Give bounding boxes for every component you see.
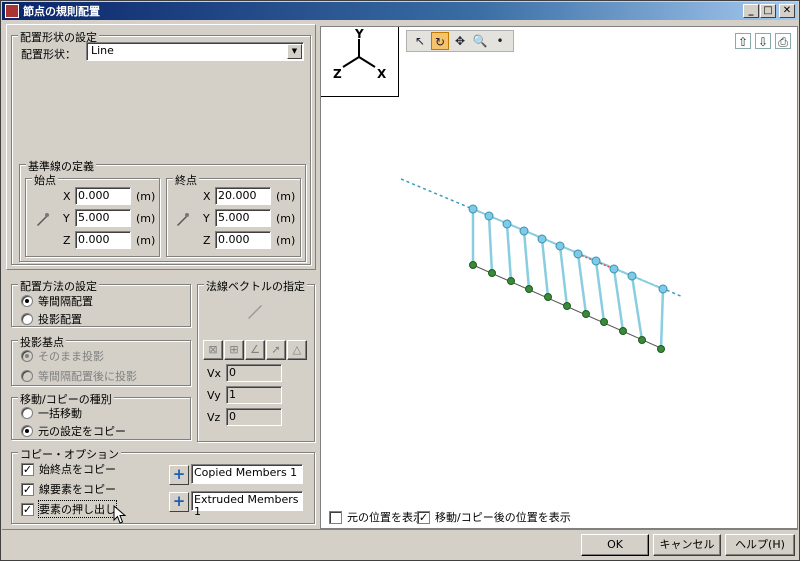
- radio-dot: [21, 350, 33, 362]
- checkbox-extrude[interactable]: ✓ 要素の押し出し: [21, 500, 117, 518]
- end-x-label: X: [203, 190, 211, 203]
- add-extrude-group-button[interactable]: +: [169, 492, 189, 512]
- radio-dot: [21, 313, 33, 325]
- start-z-unit: (m): [136, 234, 156, 247]
- checkbox-copy-endpoints-label: 始終点をコピー: [39, 463, 116, 476]
- shape-select-value: Line: [91, 44, 114, 57]
- shape-label: 配置形状：: [21, 48, 76, 61]
- check-icon: [329, 510, 342, 524]
- checkbox-copy-lines-label: 線要素をコピー: [39, 483, 116, 496]
- radio-copy-original-label: 元の設定をコピー: [38, 425, 126, 438]
- checkbox-show-original-label: 元の位置を表示: [347, 511, 424, 524]
- method-group-title: 配置方法の設定: [18, 278, 99, 294]
- dialog-window: 節点の規則配置 _ □ ✕ 配置形状の設定 配置形状： Line ▼ 基準線の定…: [0, 0, 800, 561]
- app-icon: [5, 4, 19, 18]
- divider: [2, 529, 798, 530]
- start-y-unit: (m): [136, 212, 156, 225]
- start-point-title: 始点: [32, 172, 58, 188]
- radio-bulk-move[interactable]: 一括移動: [21, 405, 82, 421]
- 3d-viewport[interactable]: Y X Z ↖ ↻ ✥ 🔍 • ⇧ ⇩ ⎙ 元の位置を表示 ✓ 移動/コピー後の…: [320, 26, 798, 529]
- start-x-label: X: [63, 190, 71, 203]
- end-y-label: Y: [203, 212, 210, 225]
- vy-input[interactable]: 1: [226, 386, 282, 404]
- start-pick-icon[interactable]: [34, 210, 52, 228]
- radio-dot: [21, 425, 33, 437]
- checkbox-show-after[interactable]: ✓ 移動/コピー後の位置を表示: [417, 509, 571, 525]
- vector-pick-button[interactable]: ➚: [266, 340, 286, 360]
- radio-equal-spacing[interactable]: 等間隔配置: [21, 293, 93, 309]
- vx-label: Vx: [207, 367, 222, 380]
- start-x-unit: (m): [136, 190, 156, 203]
- copy-group-name-input[interactable]: Copied Members 1: [191, 464, 303, 484]
- vz-label: Vz: [207, 411, 221, 424]
- ok-button[interactable]: OK: [581, 534, 649, 556]
- window-title: 節点の規則配置: [23, 5, 100, 18]
- end-z-unit: (m): [276, 234, 296, 247]
- normal-vector-title: 法線ベクトルの指定: [204, 278, 307, 294]
- radio-project-direct[interactable]: そのまま投影: [21, 348, 104, 364]
- minimize-button[interactable]: _: [743, 4, 759, 18]
- copy-options-title: コピー・オプション: [18, 446, 121, 462]
- end-point-title: 終点: [173, 172, 199, 188]
- checkbox-copy-endpoints[interactable]: ✓ 始終点をコピー: [21, 461, 116, 477]
- radio-projection[interactable]: 投影配置: [21, 311, 82, 327]
- end-x-unit: (m): [276, 190, 296, 203]
- start-y-input[interactable]: 5.000: [75, 209, 131, 227]
- end-pick-icon[interactable]: [174, 210, 192, 228]
- check-icon: ✓: [21, 482, 34, 496]
- extrude-group-name-input[interactable]: Extruded Members 1: [191, 491, 303, 518]
- start-z-input[interactable]: 0.000: [75, 231, 131, 249]
- title-bar: 節点の規則配置 _ □ ✕: [2, 2, 798, 20]
- add-copy-group-button[interactable]: +: [169, 465, 189, 485]
- chevron-down-icon[interactable]: ▼: [287, 44, 302, 59]
- vector-x-button[interactable]: ⊠: [203, 340, 223, 360]
- shape-select[interactable]: Line ▼: [86, 42, 304, 61]
- end-x-input[interactable]: 20.000: [215, 187, 271, 205]
- radio-project-direct-label: そのまま投影: [38, 350, 104, 363]
- radio-projection-label: 投影配置: [38, 313, 82, 326]
- check-icon: ✓: [21, 462, 34, 476]
- checkbox-show-original[interactable]: 元の位置を表示: [329, 509, 424, 525]
- radio-project-after-label: 等間隔配置後に投影: [38, 370, 137, 383]
- radio-equal-spacing-label: 等間隔配置: [38, 295, 93, 308]
- check-icon: ✓: [417, 510, 430, 524]
- checkbox-extrude-label: 要素の押し出し: [38, 500, 117, 518]
- help-button[interactable]: ヘルプ(H): [725, 534, 795, 556]
- vector-custom-button[interactable]: △: [287, 340, 307, 360]
- start-x-input[interactable]: 0.000: [75, 187, 131, 205]
- end-z-input[interactable]: 0.000: [215, 231, 271, 249]
- check-icon: ✓: [21, 502, 34, 516]
- vector-pick-icon[interactable]: [245, 301, 265, 321]
- vector-toolbar: ⊠ ⊞ ∠ ➚ △: [203, 340, 307, 360]
- mouse-cursor-icon: [113, 505, 127, 524]
- cancel-button[interactable]: キャンセル: [653, 534, 721, 556]
- vy-label: Vy: [207, 389, 221, 402]
- end-y-input[interactable]: 5.000: [215, 209, 271, 227]
- vector-y-button[interactable]: ⊞: [224, 340, 244, 360]
- radio-dot: [21, 370, 33, 382]
- radio-bulk-move-label: 一括移動: [38, 407, 82, 420]
- close-button[interactable]: ✕: [779, 4, 795, 18]
- start-z-label: Z: [63, 234, 71, 247]
- radio-dot: [21, 407, 33, 419]
- radio-copy-original[interactable]: 元の設定をコピー: [21, 423, 126, 439]
- maximize-button[interactable]: □: [760, 4, 776, 18]
- model-canvas: [400, 178, 684, 353]
- radio-dot: [21, 295, 33, 307]
- checkbox-show-after-label: 移動/コピー後の位置を表示: [435, 511, 571, 524]
- vz-input[interactable]: 0: [226, 408, 282, 426]
- end-y-unit: (m): [276, 212, 296, 225]
- start-y-label: Y: [63, 212, 70, 225]
- checkbox-copy-lines[interactable]: ✓ 線要素をコピー: [21, 481, 116, 497]
- vector-z-button[interactable]: ∠: [245, 340, 265, 360]
- end-z-label: Z: [203, 234, 211, 247]
- vx-input[interactable]: 0: [226, 364, 282, 382]
- radio-project-after[interactable]: 等間隔配置後に投影: [21, 368, 137, 384]
